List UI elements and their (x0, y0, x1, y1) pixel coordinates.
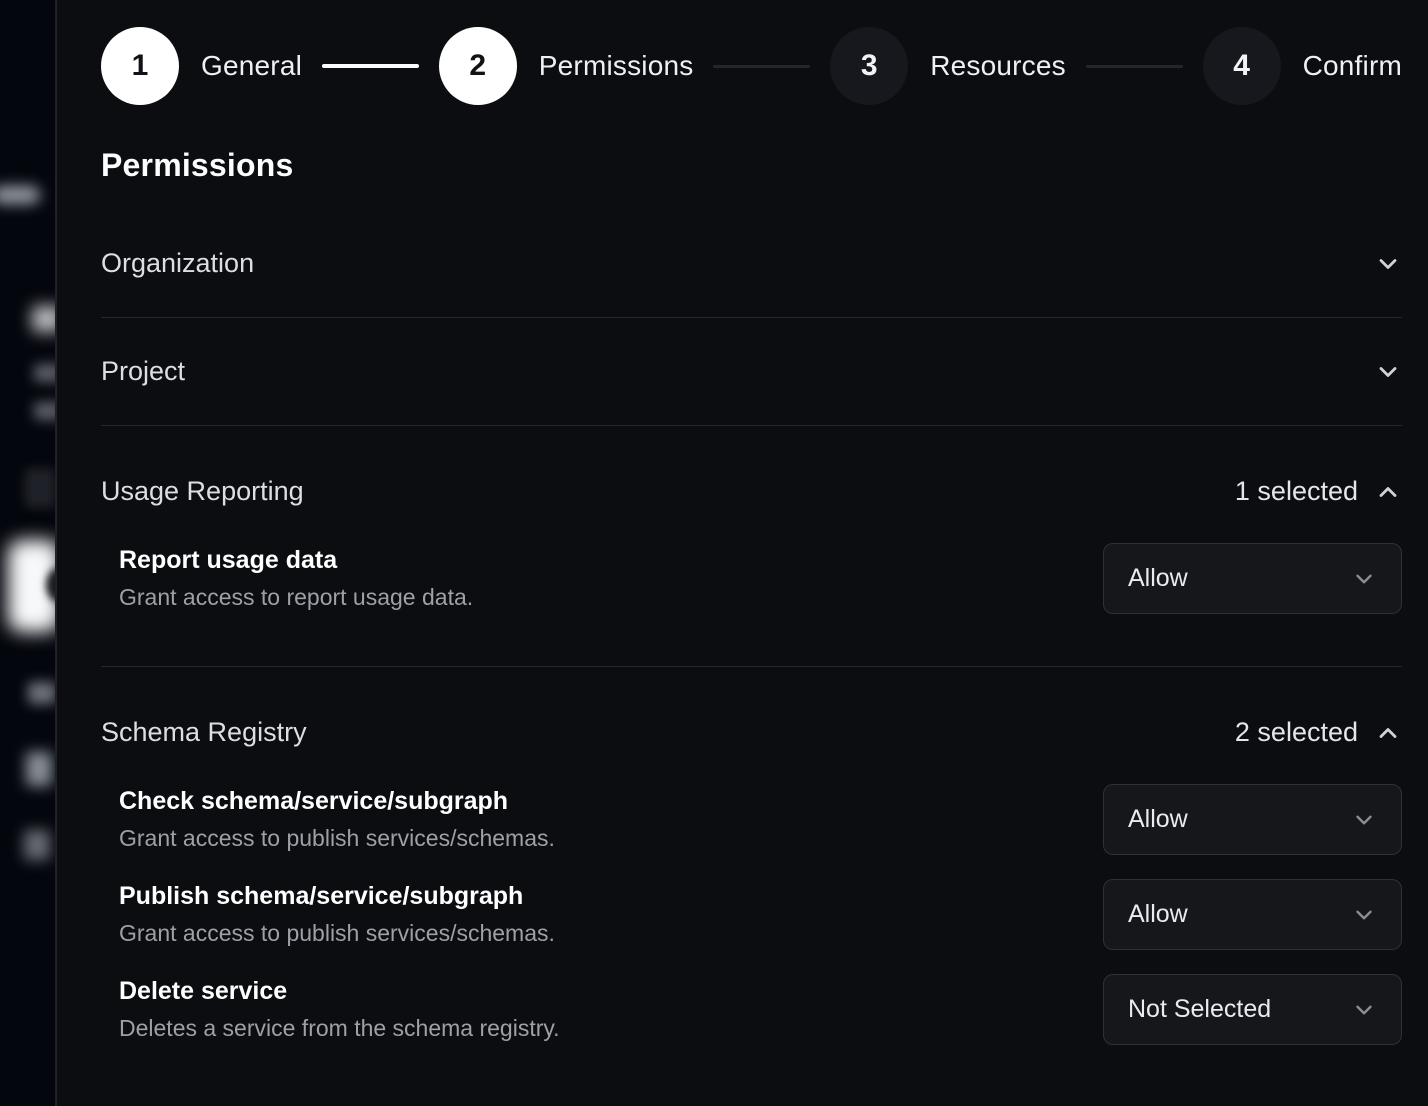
blurred-sidebar-icon (24, 468, 55, 508)
permission-title: Report usage data (119, 546, 473, 575)
step-confirm-number: 4 (1203, 27, 1281, 105)
step-general[interactable]: 1 General (101, 27, 302, 105)
blurred-sidebar-item (26, 752, 52, 786)
section-organization-title: Organization (101, 248, 254, 279)
blurred-sidebar-text (34, 364, 55, 382)
step-permissions-number: 2 (439, 27, 517, 105)
blurred-sidebar-text (34, 402, 55, 420)
section-schema-registry: Schema Registry 2 selected Check schema/… (101, 667, 1402, 1045)
blurred-sidebar-item (24, 830, 50, 860)
chevron-down-icon (1351, 997, 1377, 1023)
check-schema-select[interactable]: Allow (1103, 784, 1402, 855)
section-usage-reporting: Usage Reporting 1 selected Report usage … (101, 426, 1402, 667)
page-title: Permissions (101, 147, 1402, 184)
stepper-connector-done (322, 64, 419, 68)
section-usage-reporting-title: Usage Reporting (101, 476, 304, 507)
usage-reporting-selected-count: 1 selected (1235, 476, 1358, 507)
stepper-connector-todo (1086, 65, 1183, 68)
permission-description: Grant access to publish services/schemas… (119, 825, 555, 852)
permission-row-publish-schema: Publish schema/service/subgraph Grant ac… (101, 879, 1402, 950)
step-permissions[interactable]: 2 Permissions (439, 27, 694, 105)
chevron-down-icon (1351, 566, 1377, 592)
chevron-up-icon (1374, 478, 1402, 506)
permission-description: Deletes a service from the schema regist… (119, 1015, 560, 1042)
permission-description: Grant access to publish services/schemas… (119, 920, 555, 947)
step-resources: 3 Resources (830, 27, 1066, 105)
blurred-sidebar-heading (32, 306, 55, 332)
step-permissions-label: Permissions (539, 50, 694, 82)
stepper-connector-todo (713, 65, 810, 68)
section-organization-toggle[interactable]: Organization (101, 210, 1402, 318)
step-general-number: 1 (101, 27, 179, 105)
chevron-up-icon (1374, 719, 1402, 747)
permission-title: Publish schema/service/subgraph (119, 882, 555, 911)
delete-service-select[interactable]: Not Selected (1103, 974, 1402, 1045)
section-usage-reporting-toggle[interactable]: Usage Reporting 1 selected (101, 426, 1402, 507)
section-project: Project (101, 318, 1402, 426)
section-project-title: Project (101, 356, 185, 387)
blurred-sidebar-badge (0, 186, 40, 204)
permission-row-check-schema: Check schema/service/subgraph Grant acce… (101, 784, 1402, 855)
delete-service-select-value: Not Selected (1128, 995, 1271, 1024)
section-project-toggle[interactable]: Project (101, 318, 1402, 426)
chevron-down-icon (1374, 250, 1402, 278)
step-confirm: 4 Confirm (1203, 27, 1402, 105)
report-usage-data-select[interactable]: Allow (1103, 543, 1402, 614)
permission-title: Delete service (119, 977, 560, 1006)
chevron-down-icon (1351, 807, 1377, 833)
section-schema-registry-title: Schema Registry (101, 717, 307, 748)
schema-registry-selected-count: 2 selected (1235, 717, 1358, 748)
chevron-down-icon (1374, 358, 1402, 386)
permission-row-delete-service: Delete service Deletes a service from th… (101, 974, 1402, 1045)
permission-description: Grant access to report usage data. (119, 584, 473, 611)
blurred-sidebar-item (28, 682, 55, 704)
permission-title: Check schema/service/subgraph (119, 787, 555, 816)
check-schema-select-value: Allow (1128, 805, 1188, 834)
section-organization: Organization (101, 210, 1402, 318)
section-schema-registry-toggle[interactable]: Schema Registry 2 selected (101, 667, 1402, 748)
step-general-label: General (201, 50, 302, 82)
report-usage-data-select-value: Allow (1128, 564, 1188, 593)
permission-row-report-usage-data: Report usage data Grant access to report… (101, 543, 1402, 614)
background-sidebar (0, 0, 55, 1106)
chevron-down-icon (1351, 902, 1377, 928)
step-resources-number: 3 (830, 27, 908, 105)
create-key-wizard-panel: 1 General 2 Permissions 3 Resources 4 Co… (55, 0, 1428, 1106)
publish-schema-select-value: Allow (1128, 900, 1188, 929)
step-resources-label: Resources (930, 50, 1066, 82)
wizard-stepper: 1 General 2 Permissions 3 Resources 4 Co… (101, 27, 1402, 105)
publish-schema-select[interactable]: Allow (1103, 879, 1402, 950)
step-confirm-label: Confirm (1303, 50, 1402, 82)
